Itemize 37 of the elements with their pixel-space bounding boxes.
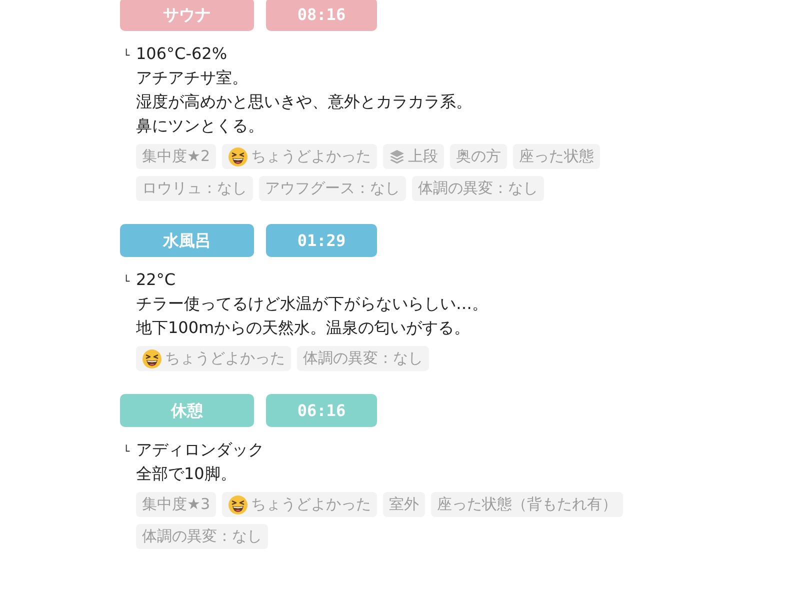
tag: 集中度★3 (136, 492, 216, 517)
tag: アウフグース：なし (259, 176, 406, 201)
tag: 座った状態 (513, 144, 600, 169)
corner-marker: └ (123, 444, 131, 460)
tag: 体調の異変：なし (136, 524, 268, 549)
laughing-face-icon (142, 348, 162, 368)
corner-marker: └ (123, 274, 131, 290)
note-line: 湿度が高めかと思いきや、意外とカラカラ系。 (136, 91, 472, 113)
note-line: 22°C (136, 269, 177, 291)
duration-label: 06:16 (266, 394, 377, 427)
note-line: 地下100mからの天然水。温泉の匂いがする。 (136, 317, 472, 339)
category-label: 水風呂 (120, 224, 254, 257)
tag-text: ちょうどよかった (251, 146, 371, 168)
tag: ロウリュ：なし (136, 176, 253, 201)
tag: 集中度★2 (136, 144, 216, 169)
layers-icon (389, 148, 405, 164)
corner-marker: └ (123, 48, 131, 64)
note-line: 鼻にツンとくる。 (136, 115, 265, 137)
tag: 室外 (383, 492, 425, 517)
note-line: チラー使ってるけど水温が下がらないらしい…。 (136, 293, 488, 315)
note-line: アチアチサ室。 (136, 67, 249, 89)
category-label: 休憩 (120, 394, 254, 427)
category-label: サウナ (120, 0, 254, 31)
laughing-face-icon (228, 494, 248, 514)
note-line: アディロンダック (136, 439, 264, 461)
duration-label: 01:29 (266, 224, 377, 257)
note-line: 全部で10脚。 (136, 463, 238, 485)
tag-text: 上段 (408, 146, 438, 168)
tag: 体調の異変：なし (297, 346, 429, 371)
laughing-face-icon (228, 146, 248, 166)
tag: 体調の異変：なし (412, 176, 544, 201)
tag-text: ちょうどよかった (251, 494, 371, 516)
duration-label: 08:16 (266, 0, 377, 31)
tag: 座った状態（背もたれ有） (431, 492, 623, 517)
tag-text: ちょうどよかった (165, 348, 285, 370)
tag: 奥の方 (450, 144, 507, 169)
note-line: 106°C-62% (136, 43, 228, 65)
